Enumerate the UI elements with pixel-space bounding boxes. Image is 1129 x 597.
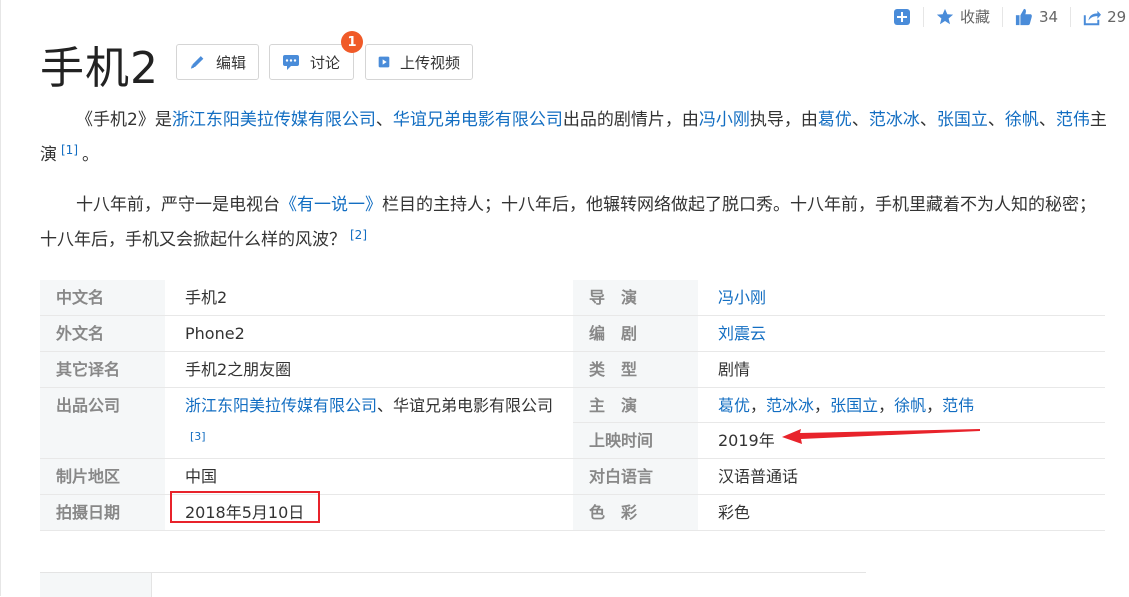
reference-link[interactable]: [1] — [61, 143, 78, 157]
actor-link[interactable]: 张国立 — [937, 110, 988, 130]
company-text: 、华谊兄弟电影有限公司 — [377, 396, 554, 415]
info-value-release-date: 2019年 — [718, 431, 775, 450]
page-left-border — [0, 0, 1, 596]
toolbar-divider — [1002, 6, 1004, 27]
discuss-count-badge: 1 — [341, 31, 363, 53]
info-key-starring: 主 演 — [573, 388, 698, 423]
actor-link[interactable]: 徐帆 — [1005, 110, 1039, 130]
info-value-screenwriter: 刘震云 — [718, 316, 766, 351]
chat-icon — [283, 55, 299, 70]
company-link[interactable]: 浙江东阳美拉传媒有限公司 — [185, 396, 377, 415]
plot-paragraph: 十八年前，严守一是电视台《有一说一》栏目的主持人；十八年后，他辗转网络做起了脱口… — [40, 190, 1112, 255]
toolbar-divider — [1070, 6, 1072, 27]
screenwriter-link[interactable]: 刘震云 — [718, 324, 766, 343]
summary-text: 、 — [1038, 110, 1056, 130]
reference-link[interactable]: [3] — [190, 431, 206, 443]
company-link[interactable]: 浙江东阳美拉传媒有限公司 — [172, 110, 376, 130]
like-button[interactable]: 34 — [1015, 8, 1058, 26]
info-key-chinese-name: 中文名 — [40, 280, 165, 315]
plot-text: 十八年前，严守一是电视台 — [76, 195, 280, 215]
section-nav-cell — [40, 573, 152, 597]
summary-text: 《手机2》是 — [76, 110, 172, 130]
share-button[interactable]: 29 — [1083, 8, 1126, 26]
company-link[interactable]: 华谊兄弟电影有限公司 — [393, 110, 563, 130]
info-key-director: 导 演 — [573, 280, 698, 315]
pencil-icon — [190, 56, 204, 69]
discuss-label: 讨论 — [310, 53, 341, 72]
info-row: 其它译名 手机2之朋友圈 类 型 剧情 — [40, 352, 1105, 388]
director-link[interactable]: 冯小刚 — [718, 288, 766, 307]
actor-separator: ， — [926, 396, 943, 415]
actor-link[interactable]: 徐帆 — [894, 396, 926, 415]
toolbar-divider — [923, 6, 924, 27]
summary-text: 、 — [987, 110, 1005, 130]
info-ref-wrapper: [3] — [40, 423, 573, 458]
actor-link[interactable]: 张国立 — [830, 396, 878, 415]
info-row: 外文名 Phone2 编 剧 刘震云 — [40, 316, 1105, 352]
actor-link[interactable]: 范伟 — [942, 396, 974, 415]
edit-label: 编辑 — [215, 53, 246, 72]
edit-button[interactable]: 编辑 — [176, 44, 259, 80]
highlight-box-shooting-date — [170, 491, 320, 523]
info-key-release-date: 上映时间 — [573, 423, 698, 458]
info-value-color: 彩色 — [718, 503, 751, 522]
summary-text: 、 — [851, 110, 869, 130]
favorite-label: 收藏 — [960, 8, 991, 26]
like-count: 34 — [1039, 7, 1059, 26]
info-key-genre: 类 型 — [573, 352, 698, 387]
info-value-other-names: 手机2之朋友圈 — [185, 360, 292, 379]
add-button[interactable] — [893, 8, 911, 26]
info-row: 中文名 手机2 导 演 冯小刚 — [40, 280, 1105, 316]
actor-separator: ， — [878, 396, 895, 415]
summary-text: 。 — [82, 145, 99, 165]
info-key-other-names: 其它译名 — [40, 352, 165, 387]
summary-paragraph: 《手机2》是浙江东阳美拉传媒有限公司、华谊兄弟电影有限公司出品的剧情片，由冯小刚… — [40, 105, 1112, 170]
thumbs-up-icon — [1015, 8, 1032, 25]
summary-text: 执导，由 — [749, 110, 818, 130]
plus-square-icon — [894, 8, 910, 25]
show-link[interactable]: 《有一说一》 — [280, 195, 382, 215]
page-title: 手机2 — [40, 43, 159, 94]
favorite-button[interactable]: 收藏 — [936, 6, 990, 27]
info-value-starring: 葛优，范冰冰，张国立，徐帆，范伟 — [718, 388, 974, 423]
upload-video-label: 上传视频 — [399, 53, 460, 72]
actor-link[interactable]: 葛优 — [718, 396, 750, 415]
info-value-chinese-name: 手机2 — [185, 288, 228, 307]
summary-text: 、 — [375, 110, 393, 130]
info-value-production-company: 浙江东阳美拉传媒有限公司、华谊兄弟电影有限公司 — [185, 388, 553, 423]
info-key-language: 对白语言 — [573, 459, 698, 494]
share-count: 29 — [1107, 7, 1127, 26]
info-value-region: 中国 — [185, 467, 218, 486]
info-key-screenwriter: 编 剧 — [573, 316, 698, 351]
share-icon — [1083, 10, 1102, 25]
info-value-foreign-name: Phone2 — [185, 324, 245, 343]
summary-text: 出品的剧情片，由 — [562, 110, 699, 130]
top-toolbar: 收藏 34 29 — [893, 6, 1126, 27]
info-key-shooting-date: 拍摄日期 — [40, 495, 165, 530]
info-key-color: 色 彩 — [573, 495, 698, 530]
summary-text: 、 — [919, 110, 937, 130]
info-value-language: 汉语普通话 — [718, 467, 799, 486]
actor-separator: ， — [750, 396, 767, 415]
upload-video-button[interactable]: 上传视频 — [365, 44, 473, 80]
info-value-genre: 剧情 — [718, 360, 751, 379]
info-key-foreign-name: 外文名 — [40, 316, 165, 351]
actor-separator: ， — [814, 396, 831, 415]
reference-link[interactable]: [2] — [350, 228, 367, 242]
annotation-arrow — [782, 429, 980, 444]
star-icon — [936, 8, 954, 24]
actor-link[interactable]: 葛优 — [818, 110, 852, 130]
section-nav-strip — [40, 572, 866, 597]
play-icon — [378, 56, 390, 68]
actor-link[interactable]: 范冰冰 — [869, 110, 920, 130]
actor-link[interactable]: 范伟 — [1056, 110, 1090, 130]
discuss-button[interactable]: 讨论 — [269, 44, 354, 80]
actor-link[interactable]: 范冰冰 — [766, 396, 814, 415]
info-value-director: 冯小刚 — [718, 280, 766, 315]
info-row: 制片地区 中国 对白语言 汉语普通话 — [40, 459, 1105, 495]
director-link[interactable]: 冯小刚 — [699, 110, 750, 130]
info-key-region: 制片地区 — [40, 459, 165, 494]
